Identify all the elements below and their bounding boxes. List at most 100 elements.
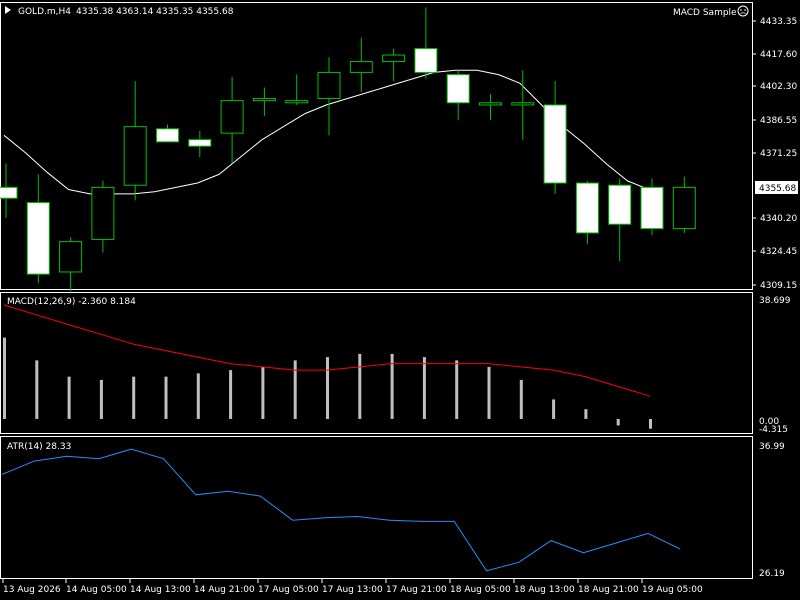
candle-body [575,182,599,234]
macd-histogram-bar [649,418,652,429]
candle-body [220,100,244,134]
candle[interactable] [188,130,212,158]
candle[interactable] [672,176,696,233]
macd-histogram-bar [293,360,297,419]
candle-body [188,139,212,147]
macd-histogram-bar [487,366,491,419]
macd-histogram-bar [35,360,39,419]
current-price-label: 4355.68 [759,184,796,194]
macd-histogram-bar [616,418,620,426]
price-tick-label: 4340.20 [760,214,797,224]
atr-tick-label: 26.19 [759,569,785,579]
macd-tick-label: -4.315 [759,425,788,435]
price-tick-label: 4433.35 [760,17,797,27]
trading-chart[interactable]: GOLD.m,H4 4335.38 4363.14 4335.35 4355.6… [0,0,800,600]
expert-name[interactable]: MACD Sample [673,8,737,18]
candle[interactable] [26,174,50,283]
macd-histogram-bar [552,399,556,419]
candle-body [156,128,179,143]
macd-histogram-bar [455,360,459,419]
macd-histogram-bar [584,409,588,419]
price-tick-label: 4386.55 [760,116,797,126]
symbol-marker-icon [5,6,11,14]
time-tick-label: 14 Aug 21:00 [194,585,255,595]
time-tick-label: 17 Aug 21:00 [386,585,447,595]
atr-panel-frame [0,436,753,579]
time-tick-label: 14 Aug 13:00 [130,585,191,595]
candle[interactable] [543,81,567,194]
candle[interactable] [479,94,502,121]
candle[interactable] [156,124,179,143]
candle[interactable] [575,180,599,244]
candle[interactable] [91,180,115,253]
atr-tick-label: 36.99 [759,442,785,452]
macd-histogram-bar [99,379,103,419]
price-panel[interactable] [0,7,696,292]
time-tick-label: 19 Aug 05:00 [642,585,703,595]
candle[interactable] [349,37,373,92]
candle-body [640,186,664,230]
candle[interactable] [252,87,276,116]
candle[interactable] [220,76,244,164]
candle[interactable] [123,81,147,201]
macd-histogram-bar [196,373,200,419]
atr-panel[interactable] [1,448,681,572]
macd-label: MACD(12,26,9) -2.360 8.184 [7,297,136,307]
candle-body [285,100,309,104]
candle-body [382,54,406,63]
macd-histogram-bar [422,357,426,419]
candle-body [252,97,276,102]
price-panel-frame [0,2,753,290]
candle-body [543,104,567,184]
symbol-label: GOLD.m,H4 [18,7,71,17]
macd-tick-label: 38.699 [759,296,791,306]
macd-histogram-bar [229,370,233,419]
price-tick-label: 4324.45 [760,247,797,257]
macd-panel-frame [0,292,753,434]
candle-body [479,102,502,106]
candle[interactable] [285,74,309,105]
candle[interactable] [414,7,438,79]
candle-body [0,186,18,199]
macd-histogram-bar [3,337,6,419]
candle-body [91,186,115,240]
candle[interactable] [640,178,664,236]
candle[interactable] [446,70,470,121]
candle[interactable] [59,237,83,292]
macd-histogram-bar [261,366,265,419]
candle[interactable] [382,48,406,82]
time-tick-label: 17 Aug 05:00 [258,585,319,595]
candle-body [511,102,535,106]
candle[interactable] [608,178,632,262]
macd-panel[interactable] [3,304,652,429]
macd-histogram-bar [519,379,523,419]
macd-histogram-bar [67,376,71,419]
price-tick-label: 4371.25 [760,149,797,159]
candle-body [123,126,147,186]
macd-histogram-bar [358,353,362,419]
candle-body [446,74,470,104]
candle-body [608,184,632,225]
price-tick-label: 4417.60 [760,50,797,60]
time-tick-label: 18 Aug 21:00 [578,585,639,595]
atr-line [1,448,681,572]
candle[interactable] [317,57,341,136]
macd-histogram-bar [132,376,136,419]
candle-body [414,48,438,73]
smiley-face-icon[interactable] [737,5,749,17]
time-tick-label: 17 Aug 13:00 [322,585,383,595]
candle-body [349,61,373,73]
candle[interactable] [0,163,18,218]
candle-body [59,241,83,273]
ohlc-label: 4335.38 4363.14 4335.35 4355.68 [76,7,234,17]
time-tick-label: 14 Aug 05:00 [66,585,127,595]
candle[interactable] [511,70,535,140]
time-tick-label: 18 Aug 05:00 [450,585,511,595]
candle-body [672,186,696,230]
macd-histogram-bar [164,376,168,419]
atr-label: ATR(14) 28.33 [7,442,71,452]
price-tick-label: 4402.30 [760,82,797,92]
time-tick-label: 18 Aug 13:00 [514,585,575,595]
time-tick-label: 13 Aug 2026 [3,585,61,595]
macd-histogram-bar [326,357,329,419]
